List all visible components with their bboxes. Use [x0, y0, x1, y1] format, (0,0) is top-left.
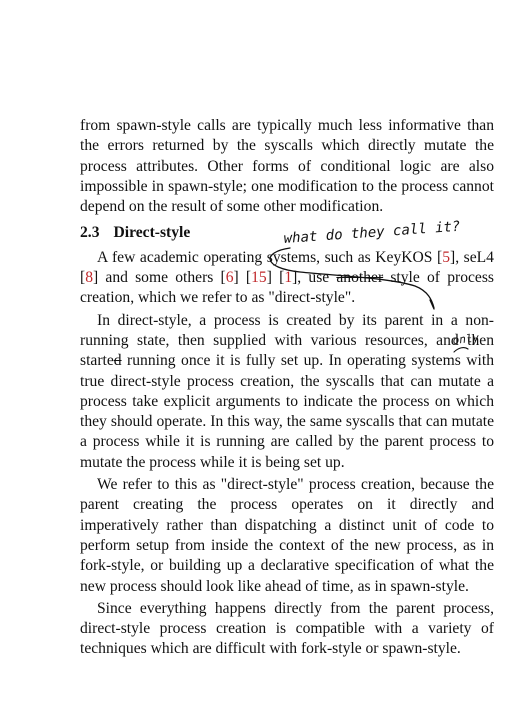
citation-link[interactable]: 5	[442, 249, 450, 266]
text-run: ], use	[292, 269, 337, 287]
paragraph-compatibility: Since everything happens directly from t…	[80, 599, 494, 658]
section-title: Direct-style	[113, 224, 191, 242]
paper-page: from spawn-style calls are typically muc…	[0, 0, 531, 714]
citation-link[interactable]: 1	[284, 269, 292, 286]
body-text: from spawn-style calls are typically muc…	[80, 116, 494, 660]
text-run: ] [	[266, 269, 285, 287]
paragraph-direct-style-definition: In direct-style, a process is created by…	[80, 311, 494, 473]
section-number: 2.3	[80, 224, 100, 242]
struck-word: another	[336, 269, 384, 287]
text-run: ] [	[233, 269, 252, 287]
paragraph-academic-systems: A few academic operating systems, such a…	[80, 248, 494, 309]
citation-link[interactable]: 15	[251, 269, 267, 286]
paragraph-naming-rationale: We refer to this as "direct-style" proce…	[80, 476, 494, 595]
struck-letter: d	[113, 352, 122, 370]
citation-link[interactable]: 8	[85, 269, 93, 286]
citation-link[interactable]: 6	[226, 269, 234, 286]
section-heading: 2.3 Direct-style	[80, 223, 494, 243]
paragraph-spawn-errors: from spawn-style calls are typically muc…	[80, 117, 494, 216]
text-run: ] and some others [	[93, 269, 226, 287]
text-run: running once it is fully set up. In oper…	[80, 352, 494, 471]
text-run: A few academic operating systems, such a…	[97, 248, 443, 266]
